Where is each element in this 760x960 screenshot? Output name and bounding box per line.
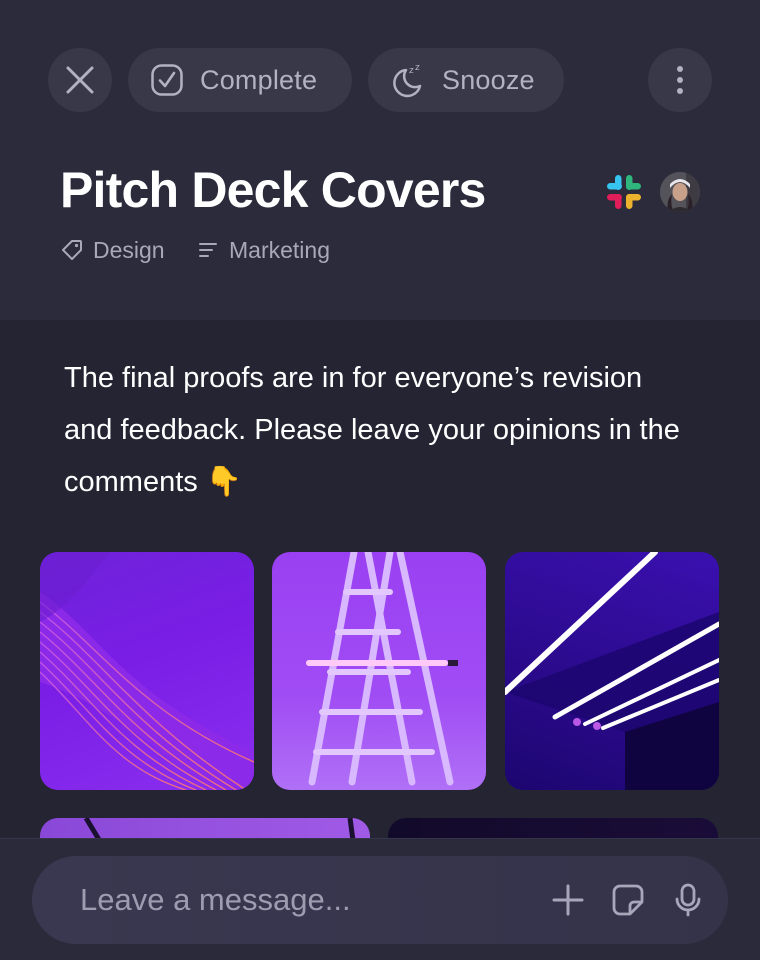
message-composer [32, 856, 728, 944]
tag-design-label: Design [93, 236, 165, 263]
svg-text:z: z [415, 63, 420, 73]
neon-ceiling-lines-image [505, 552, 719, 790]
complete-button[interactable]: Complete [128, 48, 352, 112]
more-options-button[interactable] [648, 48, 712, 112]
purple-wave-abstract-image [40, 552, 254, 790]
tag-marketing[interactable]: Marketing [196, 232, 330, 268]
task-title: Pitch Deck Covers [60, 162, 486, 218]
user-photo-icon [660, 172, 700, 212]
ladder-neon-tube-image [306, 552, 458, 786]
message-input[interactable] [80, 856, 520, 944]
plus-icon[interactable] [550, 882, 586, 918]
svg-text:z: z [409, 66, 414, 76]
slack-icon[interactable] [604, 172, 644, 212]
tag-marketing-label: Marketing [229, 236, 330, 263]
tag-design[interactable]: Design [60, 232, 165, 268]
close-icon [66, 66, 94, 94]
close-button[interactable] [48, 48, 112, 112]
attachment-thumbnail[interactable] [272, 552, 486, 790]
avatar[interactable] [660, 172, 700, 212]
microphone-icon[interactable] [670, 882, 706, 918]
checkbox-check-icon [151, 64, 183, 96]
attachment-thumbnail[interactable] [505, 552, 719, 790]
snooze-label: Snooze [442, 64, 535, 95]
vertical-dots-icon [677, 66, 683, 94]
lines-icon [199, 243, 217, 257]
sticker-icon[interactable] [610, 882, 646, 918]
tag-icon [62, 240, 82, 260]
snooze-button[interactable]: z z Snooze [368, 48, 564, 112]
complete-label: Complete [200, 64, 318, 95]
task-description: The final proofs are in for everyone’s r… [64, 362, 680, 498]
attachment-thumbnail[interactable] [40, 552, 254, 790]
moon-zzz-icon: z z [393, 63, 422, 98]
